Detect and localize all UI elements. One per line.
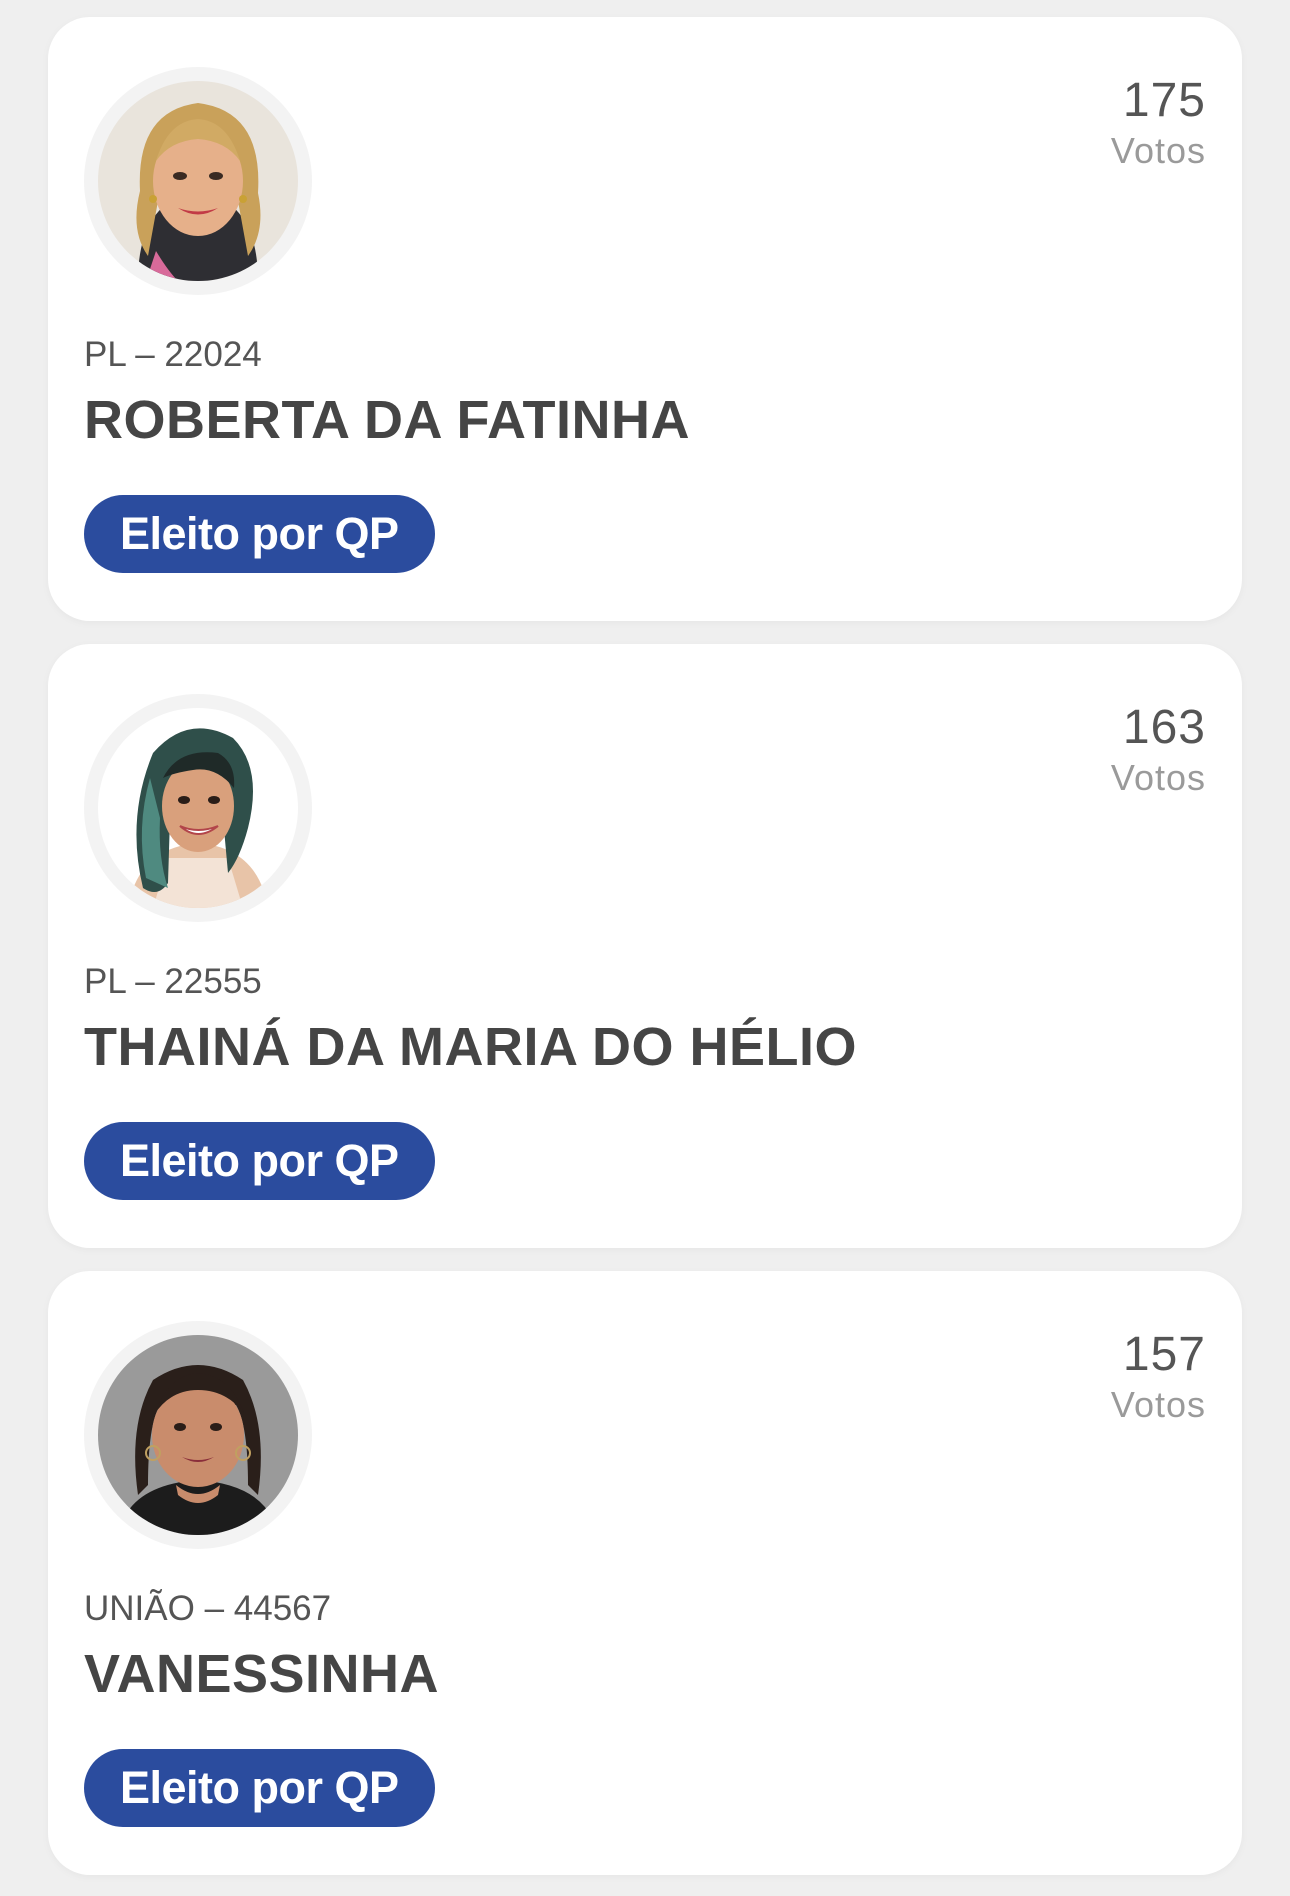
votes-block: 175 Votos [1110,74,1206,175]
votes-block: 163 Votos [1110,701,1206,802]
party-number: UNIÃO – 44567 [84,1589,332,1628]
votes-count: 163 [1122,701,1206,754]
status-badge: Eleito por QP [84,495,435,573]
candidate-card[interactable]: 157 Votos UNIÃO – 44567 VANESSINHA Eleit… [48,1271,1242,1875]
votes-label: Votos [1110,756,1206,798]
votes-count: 175 [1122,74,1206,127]
candidate-card[interactable]: 175 Votos PL – 22024 ROBERTA DA FATINHA … [48,17,1242,621]
votes-block: 157 Votos [1110,1328,1206,1429]
candidate-photo-icon [98,1335,298,1535]
candidate-avatar [84,1321,312,1549]
candidate-name: THAINÁ DA MARIA DO HÉLIO [84,1017,857,1077]
candidate-card[interactable]: 163 Votos PL – 22555 THAINÁ DA MARIA DO … [48,644,1242,1248]
votes-label: Votos [1110,129,1206,171]
candidate-avatar [84,694,312,922]
party-number: PL – 22555 [84,962,262,1001]
candidate-name: VANESSINHA [84,1644,440,1704]
candidate-name: ROBERTA DA FATINHA [84,390,690,450]
votes-count: 157 [1122,1328,1206,1381]
candidate-photo-icon [98,81,298,281]
status-badge: Eleito por QP [84,1122,435,1200]
status-badge: Eleito por QP [84,1749,435,1827]
candidate-avatar [84,67,312,295]
candidate-photo-icon [98,708,298,908]
candidate-list: 175 Votos PL – 22024 ROBERTA DA FATINHA … [0,0,1290,1896]
votes-label: Votos [1110,1383,1206,1425]
party-number: PL – 22024 [84,335,262,374]
